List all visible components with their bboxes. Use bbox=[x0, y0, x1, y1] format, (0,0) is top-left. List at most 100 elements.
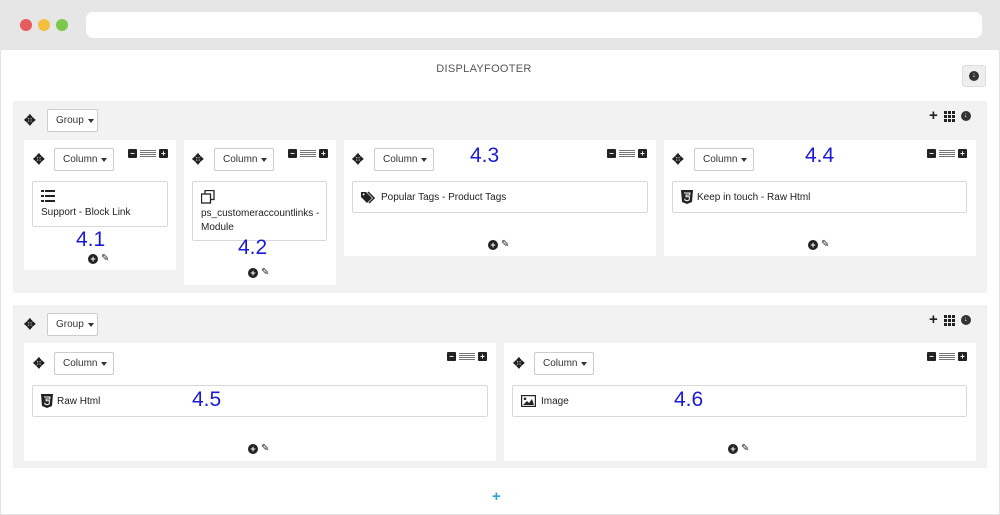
annotation-number: 4.5 bbox=[192, 388, 222, 411]
module-label: Raw Html bbox=[57, 396, 101, 407]
column-dropdown-button[interactable]: Column bbox=[214, 148, 274, 171]
column-actions: − + bbox=[447, 352, 487, 361]
module-label: Image bbox=[541, 396, 569, 407]
pencil-icon[interactable]: ✎ bbox=[261, 444, 269, 454]
html5-icon bbox=[41, 394, 53, 408]
plus-square-icon[interactable]: + bbox=[159, 149, 168, 158]
minus-square-icon[interactable]: − bbox=[288, 149, 297, 158]
list-icon[interactable] bbox=[939, 149, 955, 158]
annotation-number: 4.3 bbox=[470, 144, 500, 167]
plus-square-icon[interactable]: + bbox=[958, 149, 967, 158]
column-dropdown-button[interactable]: Column bbox=[54, 352, 114, 375]
plus-square-icon[interactable]: + bbox=[478, 352, 487, 361]
plus-icon[interactable]: + bbox=[929, 108, 938, 123]
group-dropdown-button[interactable]: Group bbox=[47, 109, 98, 132]
column-dropdown-label: Column bbox=[223, 154, 258, 165]
maximize-window-button[interactable] bbox=[56, 19, 68, 31]
pencil-icon[interactable]: ✎ bbox=[821, 240, 829, 250]
move-icon[interactable]: ✥ bbox=[33, 356, 45, 370]
column-dropdown-label: Column bbox=[63, 154, 98, 165]
column-bottom-actions: + ✎ bbox=[728, 444, 749, 454]
move-icon[interactable]: ✥ bbox=[33, 152, 45, 166]
caret-down-icon bbox=[87, 118, 94, 123]
module-label: Popular Tags - Product Tags bbox=[381, 192, 507, 203]
module-card[interactable]: Popular Tags - Product Tags bbox=[352, 181, 648, 213]
group-dropdown-button[interactable]: Group bbox=[47, 313, 98, 336]
plus-square-icon[interactable]: + bbox=[319, 149, 328, 158]
list-icon[interactable] bbox=[140, 149, 156, 158]
move-icon[interactable]: ✥ bbox=[672, 152, 684, 166]
column-actions: − + bbox=[927, 149, 967, 158]
pencil-icon[interactable]: ✎ bbox=[261, 268, 269, 278]
caret-down-icon bbox=[87, 322, 94, 327]
plus-circle-icon[interactable]: + bbox=[728, 444, 738, 454]
plus-square-icon[interactable]: + bbox=[958, 352, 967, 361]
column-dropdown-button[interactable]: Column bbox=[54, 148, 114, 171]
move-icon[interactable]: ✥ bbox=[24, 317, 36, 331]
column-bottom-actions: + ✎ bbox=[808, 240, 829, 250]
move-icon[interactable]: ✥ bbox=[513, 356, 525, 370]
column-dropdown-label: Column bbox=[63, 358, 98, 369]
plus-circle-icon[interactable]: + bbox=[248, 268, 258, 278]
plus-circle-icon[interactable]: + bbox=[488, 240, 498, 250]
grid-icon[interactable] bbox=[943, 110, 955, 122]
annotation-number: 4.4 bbox=[805, 144, 835, 167]
annotation-number: 4.2 bbox=[238, 236, 268, 259]
arrow-down-circle-icon: ↓ bbox=[969, 71, 979, 81]
module-card[interactable]: Keep in touch - Raw Html bbox=[672, 181, 967, 213]
caret-down-icon bbox=[741, 157, 748, 162]
browser-toolbar bbox=[0, 0, 1000, 50]
list-icon[interactable] bbox=[939, 352, 955, 361]
move-icon[interactable]: ✥ bbox=[352, 152, 364, 166]
column-dropdown-label: Column bbox=[703, 154, 738, 165]
pencil-icon[interactable]: ✎ bbox=[741, 444, 749, 454]
grid-icon[interactable] bbox=[943, 314, 955, 326]
module-card[interactable]: ps_customeraccountlinks - Module bbox=[192, 181, 327, 241]
module-card[interactable]: Support - Block Link bbox=[32, 181, 168, 227]
column-dropdown-button[interactable]: Column bbox=[694, 148, 754, 171]
caret-down-icon bbox=[261, 157, 268, 162]
move-icon[interactable]: ✥ bbox=[192, 152, 204, 166]
add-group-button[interactable]: + bbox=[492, 488, 501, 505]
pencil-icon[interactable]: ✎ bbox=[101, 254, 109, 264]
column-dropdown-button[interactable]: Column bbox=[374, 148, 434, 171]
column-actions: − + bbox=[607, 149, 647, 158]
minus-square-icon[interactable]: − bbox=[128, 149, 137, 158]
plus-circle-icon[interactable]: + bbox=[88, 254, 98, 264]
html5-icon bbox=[681, 190, 693, 204]
column-dropdown-button[interactable]: Column bbox=[534, 352, 594, 375]
minus-square-icon[interactable]: − bbox=[927, 352, 936, 361]
column-bottom-actions: + ✎ bbox=[248, 444, 269, 454]
column-bottom-actions: + ✎ bbox=[248, 268, 269, 278]
module-label: Support - Block Link bbox=[41, 207, 131, 218]
list-icon bbox=[41, 190, 55, 202]
address-bar[interactable] bbox=[86, 12, 982, 38]
close-window-button[interactable] bbox=[20, 19, 32, 31]
plus-icon[interactable]: + bbox=[929, 312, 938, 327]
minus-square-icon[interactable]: − bbox=[927, 149, 936, 158]
arrow-down-circle-icon[interactable]: ↓ bbox=[960, 111, 971, 121]
move-icon[interactable]: ✥ bbox=[24, 113, 36, 127]
hook-collapse-button[interactable]: ↓ bbox=[962, 65, 986, 87]
module-card[interactable]: Image bbox=[512, 385, 967, 417]
pencil-icon[interactable]: ✎ bbox=[501, 240, 509, 250]
tags-icon bbox=[361, 191, 376, 204]
plus-circle-icon[interactable]: + bbox=[248, 444, 258, 454]
annotation-number: 4.1 bbox=[76, 228, 106, 251]
annotation-number: 4.6 bbox=[674, 388, 704, 411]
image-icon bbox=[521, 395, 536, 407]
module-label: Keep in touch - Raw Html bbox=[697, 192, 811, 203]
list-icon[interactable] bbox=[300, 149, 316, 158]
arrow-down-circle-icon[interactable]: ↓ bbox=[960, 315, 971, 325]
column-dropdown-label: Column bbox=[543, 358, 578, 369]
minimize-window-button[interactable] bbox=[38, 19, 50, 31]
list-icon[interactable] bbox=[459, 352, 475, 361]
module-card[interactable]: Raw Html bbox=[32, 385, 488, 417]
caret-down-icon bbox=[421, 157, 428, 162]
plus-circle-icon[interactable]: + bbox=[808, 240, 818, 250]
minus-square-icon[interactable]: − bbox=[607, 149, 616, 158]
minus-square-icon[interactable]: − bbox=[447, 352, 456, 361]
plus-square-icon[interactable]: + bbox=[638, 149, 647, 158]
copy-icon bbox=[201, 190, 215, 204]
list-icon[interactable] bbox=[619, 149, 635, 158]
